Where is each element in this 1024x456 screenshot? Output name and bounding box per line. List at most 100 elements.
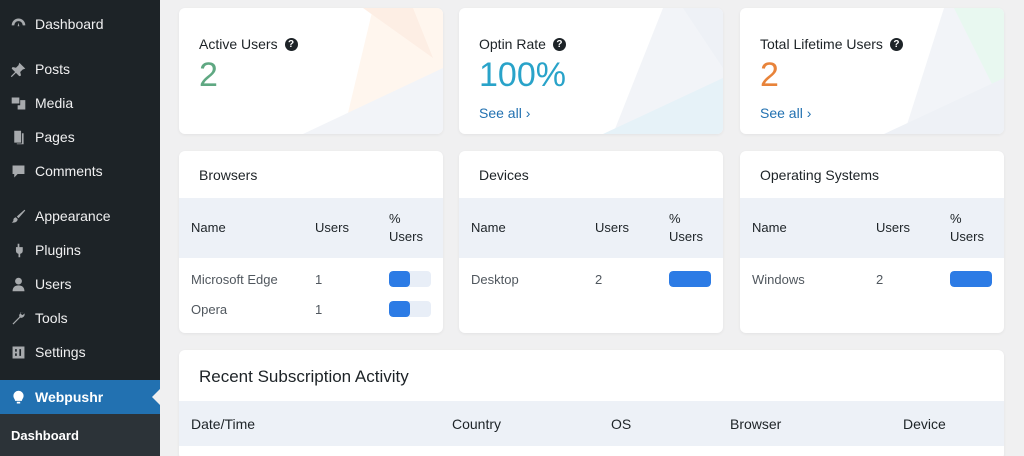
col-pct-users: Users	[950, 229, 984, 244]
webpushr-icon	[9, 388, 27, 406]
percent-bar	[669, 271, 711, 287]
see-all-link[interactable]: See all ›	[760, 105, 811, 121]
col-device[interactable]: Device	[903, 416, 946, 432]
sidebar-item-label: Media	[35, 95, 74, 111]
sidebar-item-label: Tools	[35, 310, 68, 326]
users-icon	[9, 275, 27, 293]
sidebar-item-label: Appearance	[35, 208, 111, 224]
submenu-label: Dashboard	[11, 428, 79, 443]
chevron-right-icon: ›	[806, 105, 812, 121]
stat-value: 100%	[479, 56, 566, 94]
table-header: Date/Time Country OS Browser Device	[179, 401, 1004, 446]
comments-icon	[9, 162, 27, 180]
percent-bar-fill	[389, 271, 410, 287]
chevron-right-icon: ›	[525, 105, 531, 121]
pages-icon	[9, 128, 27, 146]
sidebar-item-posts[interactable]: Posts	[0, 52, 160, 86]
stat-value: 2	[199, 56, 218, 94]
sidebar-item-plugins[interactable]: Plugins	[0, 233, 160, 267]
stat-title: Active Users?	[199, 36, 298, 52]
stat-title: Optin Rate?	[479, 36, 566, 52]
sidebar-item-label: Dashboard	[35, 16, 104, 32]
plugin-icon	[9, 241, 27, 259]
devices-card: Devices Name Users % Users Desktop 2	[459, 151, 723, 333]
col-users: Users	[876, 220, 910, 235]
help-icon[interactable]: ?	[552, 37, 566, 51]
table-header: Name Users % Users	[459, 198, 723, 258]
row-users: 1	[315, 302, 323, 317]
percent-bar	[950, 271, 992, 287]
row-users: 1	[315, 272, 323, 287]
col-pct-users: Users	[389, 229, 423, 244]
sidebar-item-label: Plugins	[35, 242, 81, 258]
percent-bar	[389, 271, 431, 287]
percent-bar	[389, 301, 431, 317]
sidebar-item-label: Comments	[35, 163, 103, 179]
sidebar-item-settings[interactable]: Settings	[0, 335, 160, 369]
col-name: Name	[471, 220, 506, 235]
row-name: Microsoft Edge	[191, 272, 278, 287]
percent-bar-fill	[389, 301, 410, 317]
row-users: 2	[595, 272, 603, 287]
col-pct-symbol: %	[389, 211, 401, 226]
active-indicator	[152, 389, 160, 405]
col-users: Users	[315, 220, 349, 235]
media-icon	[9, 94, 27, 112]
card-title: Recent Subscription Activity	[199, 367, 409, 386]
row-name: Opera	[191, 302, 228, 317]
col-name: Name	[191, 220, 226, 235]
stat-card-total-lifetime-users: Total Lifetime Users? 2 See all ›	[740, 8, 1004, 134]
col-browser[interactable]: Browser	[730, 416, 781, 432]
sidebar-item-users[interactable]: Users	[0, 267, 160, 301]
col-country[interactable]: Country	[452, 416, 501, 432]
admin-sidebar: Dashboard Posts Media Pages Comments App…	[0, 0, 160, 456]
row-users: 2	[876, 272, 884, 287]
pin-icon	[9, 60, 27, 78]
sidebar-item-label: Webpushr	[35, 389, 104, 405]
see-all-link[interactable]: See all ›	[479, 105, 530, 121]
col-pct-symbol: %	[950, 211, 962, 226]
stat-value: 2	[760, 56, 779, 94]
col-pct-users: Users	[669, 229, 703, 244]
col-os[interactable]: OS	[611, 416, 631, 432]
sidebar-item-appearance[interactable]: Appearance	[0, 199, 160, 233]
sidebar-item-media[interactable]: Media	[0, 86, 160, 120]
browsers-card: Browsers Name Users % Users Microsoft Ed…	[179, 151, 443, 333]
sidebar-item-comments[interactable]: Comments	[0, 154, 160, 188]
col-name: Name	[752, 220, 787, 235]
col-datetime[interactable]: Date/Time	[191, 416, 255, 432]
wrench-icon	[9, 309, 27, 327]
card-decoration	[603, 8, 723, 134]
help-icon[interactable]: ?	[284, 37, 298, 51]
col-users: Users	[595, 220, 629, 235]
row-name: Windows	[752, 272, 805, 287]
sidebar-item-label: Users	[35, 276, 72, 292]
col-pct-symbol: %	[669, 211, 681, 226]
table-header: Name Users % Users	[179, 198, 443, 258]
sidebar-item-label: Pages	[35, 129, 75, 145]
operating-systems-card: Operating Systems Name Users % Users Win…	[740, 151, 1004, 333]
recent-subscription-card: Recent Subscription Activity Date/Time C…	[179, 350, 1004, 456]
percent-bar-fill	[669, 271, 711, 287]
table-header: Name Users % Users	[740, 198, 1004, 258]
help-icon[interactable]: ?	[889, 37, 903, 51]
sidebar-item-pages[interactable]: Pages	[0, 120, 160, 154]
submenu-dashboard[interactable]: Dashboard	[0, 414, 160, 456]
stat-card-optin-rate: Optin Rate? 100% See all ›	[459, 8, 723, 134]
sidebar-item-dashboard[interactable]: Dashboard	[0, 7, 160, 41]
sidebar-item-label: Settings	[35, 344, 86, 360]
card-title: Operating Systems	[760, 167, 880, 183]
row-name: Desktop	[471, 272, 519, 287]
sidebar-item-tools[interactable]: Tools	[0, 301, 160, 335]
stat-card-active-users: Active Users? 2	[179, 8, 443, 134]
card-decoration	[884, 8, 1004, 134]
brush-icon	[9, 207, 27, 225]
sidebar-item-webpushr[interactable]: Webpushr	[0, 380, 160, 414]
card-title: Browsers	[199, 167, 258, 183]
stat-title: Total Lifetime Users?	[760, 36, 903, 52]
dashboard-icon	[9, 15, 27, 33]
card-decoration	[303, 8, 443, 134]
percent-bar-fill	[950, 271, 992, 287]
settings-icon	[9, 343, 27, 361]
card-title: Devices	[479, 167, 529, 183]
